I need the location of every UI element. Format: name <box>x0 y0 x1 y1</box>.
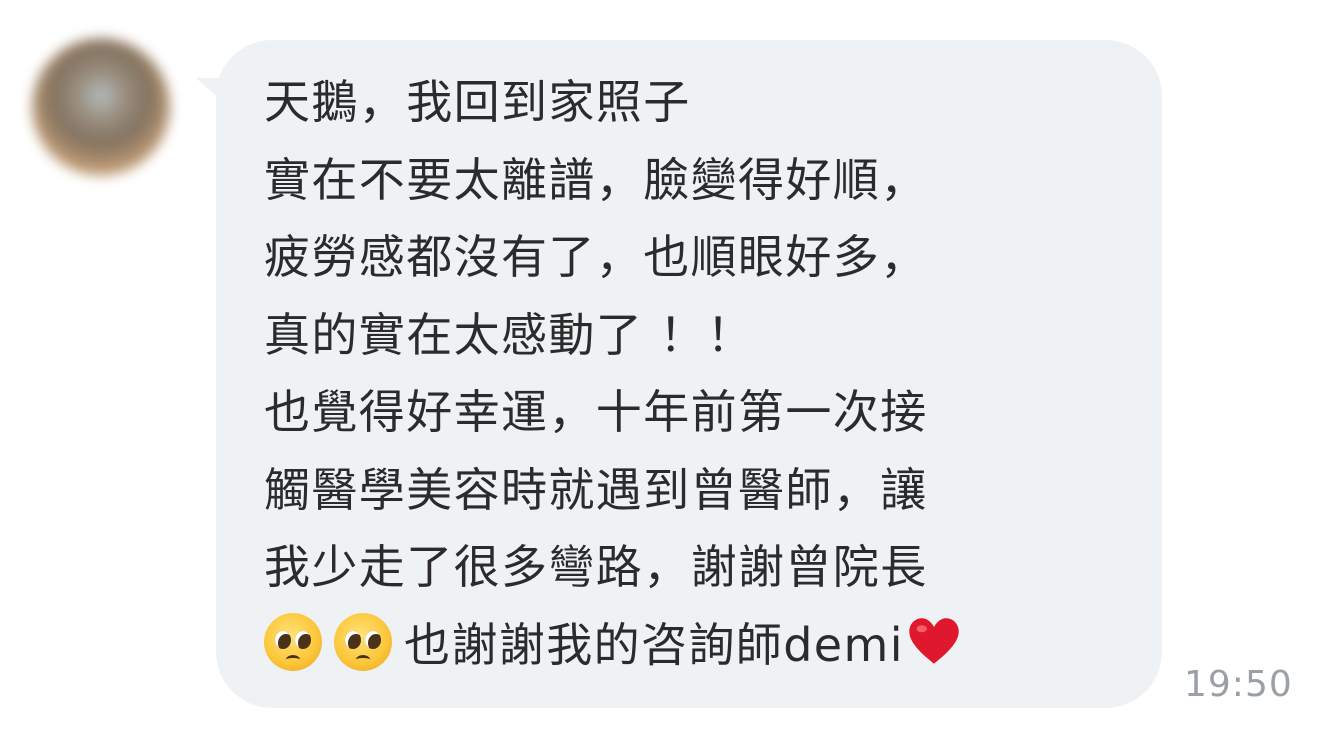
message-line-text: 也謝謝我的咨詢師demi <box>404 617 904 672</box>
message-line: 真的實在太感動了 ！！ <box>264 307 755 362</box>
chat-message-row: 天鵝，我回到家照子 實在不要太離譜，臉變得好順， 疲勞感都沒有了，也順眼好多， … <box>0 0 1320 740</box>
sender-avatar[interactable] <box>32 38 170 176</box>
message-last-line: 也謝謝我的咨詢師demi <box>264 607 1144 685</box>
pleading-face-icon <box>334 612 392 671</box>
message-line: 也覺得好幸運，十年前第一次接 <box>264 385 928 439</box>
message-line: 疲勞感都沒有了，也順眼好多， <box>264 230 928 284</box>
message-timestamp: 19:50 <box>1184 664 1293 705</box>
message-line: 我少走了很多彎路，謝謝曾院長 <box>264 540 928 594</box>
message-line: 觸醫學美容時就遇到曾醫師，讓 <box>264 462 928 517</box>
red-heart-icon <box>909 617 959 664</box>
message-text: 天鵝，我回到家照子 實在不要太離譜，臉變得好順， 疲勞感都沒有了，也順眼好多， … <box>264 64 1144 684</box>
message-line: 實在不要太離譜，臉變得好順， <box>264 152 928 207</box>
pleading-face-icon <box>264 612 322 671</box>
message-line: 天鵝，我回到家照子 <box>264 75 691 129</box>
